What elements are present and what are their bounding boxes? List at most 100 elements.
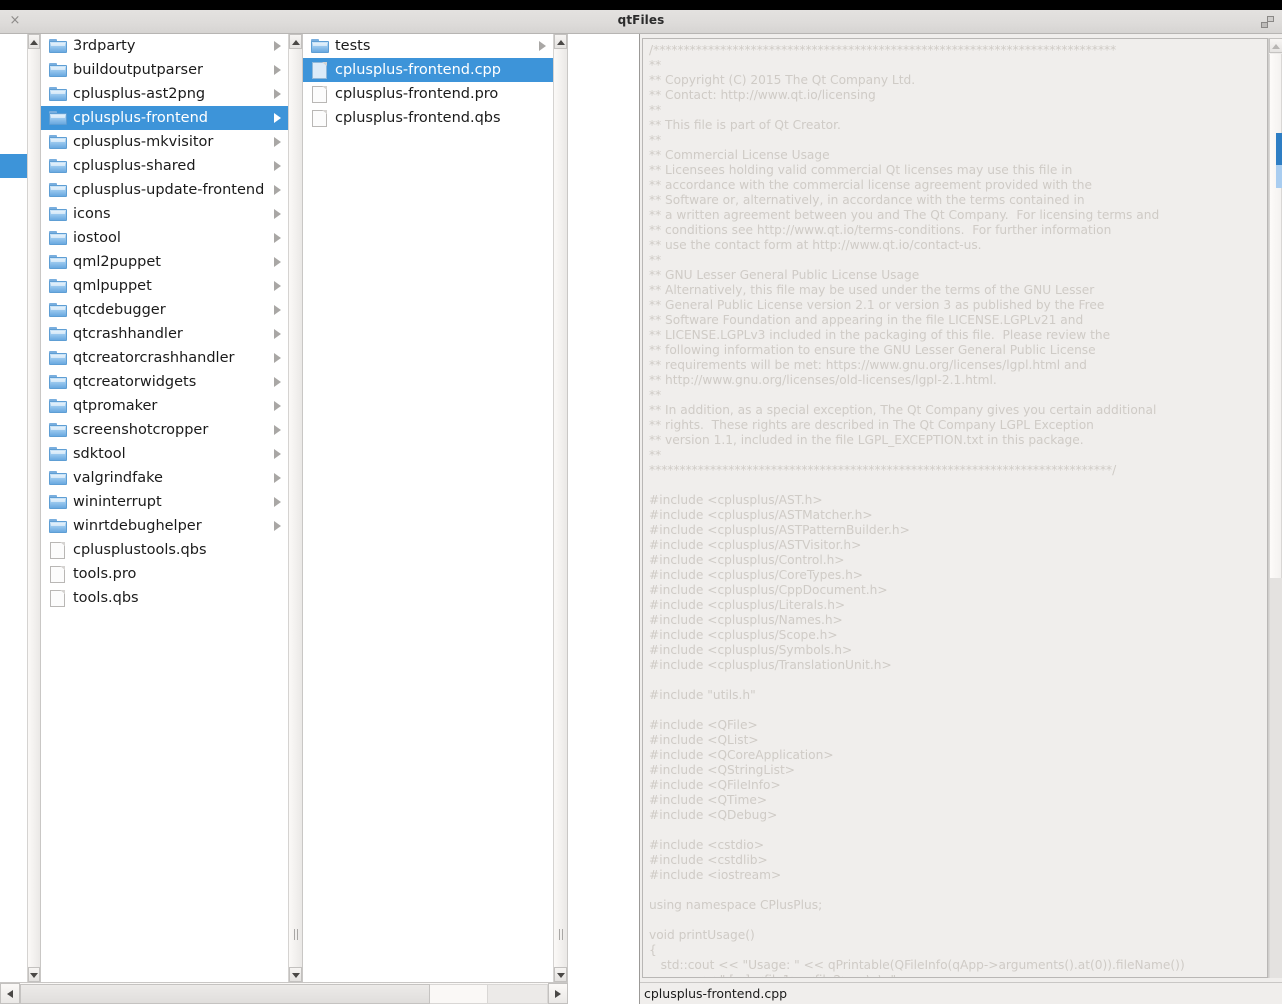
scrollbar-track[interactable]: [554, 49, 567, 967]
chevron-right-icon[interactable]: [272, 424, 284, 436]
chevron-right-icon[interactable]: [537, 40, 549, 52]
folder-icon-slot: [47, 228, 69, 248]
chevron-right-icon[interactable]: [272, 88, 284, 100]
scroll-down-icon[interactable]: [554, 967, 567, 982]
chevron-right-icon[interactable]: [272, 208, 284, 220]
browser-horizontal-scrollbar[interactable]: [0, 982, 640, 1004]
scroll-up-icon[interactable]: [28, 34, 40, 49]
column-empty-preview-list[interactable]: [568, 34, 625, 982]
chevron-right-icon[interactable]: [272, 304, 284, 316]
column-tools[interactable]: 3rdparty buildoutputparser cplusplus-ast2p…: [41, 34, 303, 982]
list-item[interactable]: iostool: [41, 226, 288, 250]
list-item-label: cplusplus-frontend.pro: [335, 86, 499, 102]
chevron-right-icon[interactable]: [272, 112, 284, 124]
list-item[interactable]: qml2puppet: [41, 250, 288, 274]
list-item[interactable]: cplusplus-frontend: [41, 106, 288, 130]
scrollbar-grip[interactable]: [558, 929, 565, 940]
column-cplusplus-frontend[interactable]: tests cplusplus-frontend.cpp cplusplus-fro…: [303, 34, 568, 982]
scrollbar-thumb[interactable]: [1276, 133, 1282, 188]
code-line: #include <QFileInfo>: [649, 778, 781, 792]
column-ancestor[interactable]: [0, 34, 41, 982]
list-item[interactable]: qtpromaker: [41, 394, 288, 418]
restore-window-icon[interactable]: [1261, 16, 1274, 28]
list-item-label: buildoutputparser: [73, 62, 203, 78]
horizontal-scrollbar-thumb[interactable]: [20, 984, 430, 1004]
column-tools-list[interactable]: 3rdparty buildoutputparser cplusplus-ast2p…: [41, 34, 288, 982]
horizontal-scrollbar-track-a[interactable]: [430, 984, 488, 1004]
list-item[interactable]: cplusplus-frontend.pro: [303, 82, 553, 106]
scrollbar-track[interactable]: [289, 49, 302, 967]
scroll-left-icon[interactable]: [0, 983, 20, 1004]
code-line: ** Commercial License Usage: [649, 148, 830, 162]
column-empty-preview[interactable]: [568, 34, 640, 982]
chevron-right-icon[interactable]: [272, 160, 284, 172]
list-item[interactable]: qtcrashhandler: [41, 322, 288, 346]
list-item[interactable]: cplusplustools.qbs: [41, 538, 288, 562]
chevron-right-icon[interactable]: [272, 472, 284, 484]
chevron-right-icon[interactable]: [272, 496, 284, 508]
chevron-right-icon[interactable]: [272, 280, 284, 292]
list-item[interactable]: qtcdebugger: [41, 298, 288, 322]
list-item[interactable]: [0, 58, 40, 82]
list-item[interactable]: cplusplus-update-frontend: [41, 178, 288, 202]
scrollbar-grip[interactable]: [293, 929, 300, 940]
list-item[interactable]: [0, 106, 40, 130]
scroll-up-icon[interactable]: [1269, 38, 1282, 53]
list-item[interactable]: wininterrupt: [41, 490, 288, 514]
list-item[interactable]: cplusplus-shared: [41, 154, 288, 178]
column-ancestor-list[interactable]: [0, 34, 40, 982]
chevron-right-icon[interactable]: [272, 376, 284, 388]
horizontal-scrollbar-track-b[interactable]: [488, 984, 548, 1004]
scroll-down-icon[interactable]: [28, 967, 40, 982]
list-item[interactable]: winrtdebughelper: [41, 514, 288, 538]
chevron-right-icon[interactable]: [272, 352, 284, 364]
list-item[interactable]: valgrindfake: [41, 466, 288, 490]
list-item[interactable]: [0, 34, 40, 58]
chevron-right-icon[interactable]: [272, 136, 284, 148]
list-item[interactable]: [0, 82, 40, 106]
list-item[interactable]: qtcreatorcrashhandler: [41, 346, 288, 370]
list-item[interactable]: icons: [41, 202, 288, 226]
list-item[interactable]: [0, 130, 40, 154]
scroll-up-icon[interactable]: [289, 34, 302, 49]
chevron-right-icon[interactable]: [272, 40, 284, 52]
code-viewer[interactable]: /***************************************…: [642, 38, 1268, 978]
list-item-label: cplusplus-frontend.qbs: [335, 110, 501, 126]
scroll-right-icon[interactable]: [548, 983, 568, 1004]
folder-icon-slot: [47, 108, 69, 128]
list-item[interactable]: 3rdparty: [41, 34, 288, 58]
list-item[interactable]: tests: [303, 34, 553, 58]
column-cplusplus-frontend-scrollbar[interactable]: [553, 34, 567, 982]
list-item[interactable]: tools.pro: [41, 562, 288, 586]
list-item[interactable]: cplusplus-ast2png: [41, 82, 288, 106]
list-item[interactable]: tools.qbs: [41, 586, 288, 610]
chevron-right-icon[interactable]: [272, 400, 284, 412]
code-line: /***************************************…: [649, 43, 1117, 57]
chevron-right-icon[interactable]: [272, 184, 284, 196]
column-tools-scrollbar[interactable]: [288, 34, 302, 982]
chevron-right-icon[interactable]: [272, 448, 284, 460]
scroll-down-icon[interactable]: [289, 967, 302, 982]
list-item[interactable]: buildoutputparser: [41, 58, 288, 82]
list-item[interactable]: [0, 154, 40, 178]
list-item[interactable]: cplusplus-mkvisitor: [41, 130, 288, 154]
scrollbar-track[interactable]: [28, 49, 40, 967]
list-item[interactable]: cplusplus-frontend.qbs: [303, 106, 553, 130]
code-line: ** Software Foundation and appearing in …: [649, 313, 1084, 327]
chevron-right-icon[interactable]: [272, 256, 284, 268]
chevron-right-icon[interactable]: [272, 328, 284, 340]
code-viewer-scrollbar[interactable]: [1268, 38, 1282, 978]
column-ancestor-scrollbar[interactable]: [27, 34, 40, 982]
chevron-right-icon[interactable]: [272, 232, 284, 244]
list-item[interactable]: screenshotcropper: [41, 418, 288, 442]
list-item[interactable]: cplusplus-frontend.cpp: [303, 58, 553, 82]
list-item[interactable]: sdktool: [41, 442, 288, 466]
folder-icon: [49, 63, 67, 77]
list-item[interactable]: qtcreatorwidgets: [41, 370, 288, 394]
column-cplusplus-frontend-list[interactable]: tests cplusplus-frontend.cpp cplusplus-fro…: [303, 34, 553, 982]
scroll-up-icon[interactable]: [554, 34, 567, 49]
list-item[interactable]: qmlpuppet: [41, 274, 288, 298]
scrollbar-thumb-upper: [1276, 133, 1282, 165]
chevron-right-icon[interactable]: [272, 64, 284, 76]
chevron-right-icon[interactable]: [272, 520, 284, 532]
